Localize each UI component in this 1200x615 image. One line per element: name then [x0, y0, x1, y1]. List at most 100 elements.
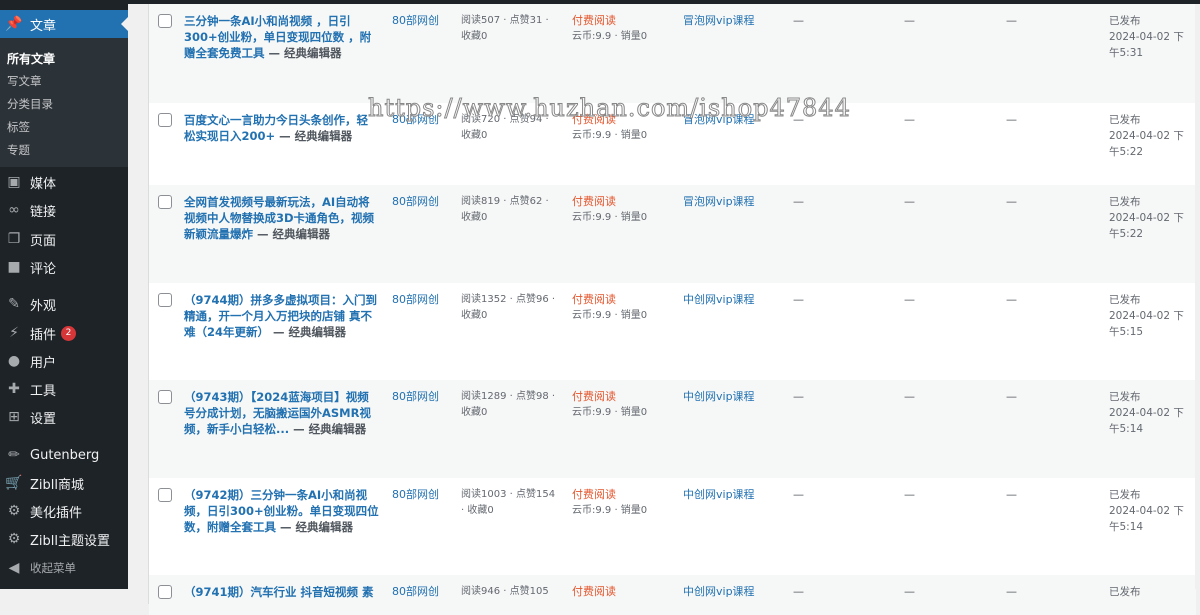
pay-type: 付费阅读 — [572, 195, 616, 208]
table-row: （9742期）三分钟一条AI小和尚视频，日引300+创业粉。单日变现四位数，附赠… — [149, 478, 1196, 575]
editor-label: — 经典编辑器 — [275, 129, 353, 143]
post-title[interactable]: （9741期）汽车行业 抖音短视频 素 — [184, 584, 379, 600]
post-stats: 阅读1352 · 点赞96 · 收藏0 — [461, 294, 556, 321]
price-sales: 云币:9.9 · 销量0 — [572, 31, 648, 42]
submenu-tags[interactable]: 标签 — [7, 119, 30, 135]
menu-label: Zibll主题设置 — [30, 533, 110, 549]
extra-cell: — — [1006, 195, 1017, 208]
menu-zibll-shop[interactable]: 🛒 Zibll商城 — [0, 469, 128, 497]
post-category[interactable]: 冒泡网vip课程 — [683, 194, 755, 210]
row-checkbox[interactable] — [158, 113, 172, 127]
post-stats: 阅读819 · 点赞62 · 收藏0 — [461, 196, 549, 223]
tags-cell: — — [793, 14, 804, 27]
menu-links[interactable]: ∞ 链接 — [0, 196, 128, 224]
menu-posts[interactable]: 📌 文章 — [0, 10, 128, 38]
menu-zibll-theme-settings[interactable]: ⚙ Zibll主题设置 — [0, 525, 128, 553]
post-category[interactable]: 冒泡网vip课程 — [683, 13, 755, 29]
tags-cell: — — [793, 195, 804, 208]
table-row: 三分钟一条AI小和尚视频 ，日引300+创业粉，单日变现四位数 ，附赠全套免费工… — [149, 4, 1196, 103]
menu-pages[interactable]: ❐ 页面 — [0, 225, 128, 253]
pay-read-cell: 付费阅读 云币:9.9 · 销量0 — [572, 487, 647, 519]
editor-label: — 经典编辑器 — [253, 227, 331, 241]
user-icon: ● — [7, 353, 21, 369]
comments-cell: — — [904, 585, 915, 598]
gear-icon: ⚙ — [7, 503, 21, 519]
menu-settings[interactable]: ⊞ 设置 — [0, 403, 128, 431]
row-checkbox[interactable] — [158, 195, 172, 209]
comments-cell: — — [904, 293, 915, 306]
post-date: 已发布 2024-04-02 下午5:14 — [1109, 487, 1189, 535]
table-row: （9743期）【2024蓝海项目】视频号分成计划，无脑搬运国外ASMR视频，新手… — [149, 380, 1196, 478]
menu-gutenberg[interactable]: ✏ Gutenberg — [0, 441, 128, 469]
menu-comments[interactable]: ■ 评论 — [0, 253, 128, 281]
submenu-topics[interactable]: 专题 — [7, 142, 30, 158]
menu-label: 设置 — [30, 411, 57, 427]
settings-icon: ⊞ — [8, 409, 20, 425]
comments-cell: — — [904, 488, 915, 501]
post-category[interactable]: 中创网vip课程 — [683, 389, 755, 405]
gear-icon: ⚙ — [7, 531, 21, 547]
post-stats: 阅读1003 · 点赞154 · 收藏0 — [461, 489, 556, 516]
post-author[interactable]: 80部网创 — [392, 292, 439, 308]
table-row: （9744期）拼多多虚拟项目：入门到精通，开一个月入万把块的店铺 真不难（24年… — [149, 283, 1196, 380]
submenu-new-post[interactable]: 写文章 — [7, 73, 42, 89]
post-author[interactable]: 80部网创 — [392, 487, 439, 503]
post-title[interactable]: 全网首发视频号最新玩法，AI自动将视频中人物替换成3D卡通角色，视频新颖流量爆炸… — [184, 194, 379, 242]
menu-label: Gutenberg — [30, 447, 100, 463]
post-title[interactable]: （9742期）三分钟一条AI小和尚视频，日引300+创业粉。单日变现四位数，附赠… — [184, 487, 379, 535]
price-sales: 云币:9.9 · 销量0 — [572, 310, 648, 321]
post-title[interactable]: （9743期）【2024蓝海项目】视频号分成计划，无脑搬运国外ASMR视频，新手… — [184, 389, 379, 437]
post-category[interactable]: 中创网vip课程 — [683, 292, 755, 308]
submenu-categories[interactable]: 分类目录 — [7, 96, 53, 112]
menu-tools[interactable]: ✚ 工具 — [0, 375, 128, 403]
menu-media[interactable]: ▣ 媒体 — [0, 168, 128, 196]
menu-label: Zibll商城 — [30, 477, 84, 493]
pencil-icon: ✏ — [8, 447, 20, 463]
price-sales: 云币:9.9 · 销量0 — [572, 505, 648, 516]
menu-label: 媒体 — [30, 176, 57, 192]
post-datetime: 2024-04-02 下午5:22 — [1109, 130, 1184, 158]
post-status: 已发布 — [1109, 586, 1141, 598]
post-author[interactable]: 80部网创 — [392, 194, 439, 210]
editor-label: — 经典编辑器 — [264, 46, 342, 60]
post-status: 已发布 — [1109, 294, 1141, 306]
row-checkbox[interactable] — [158, 390, 172, 404]
post-stats: 阅读507 · 点赞31 · 收藏0 — [461, 15, 549, 42]
tags-cell: — — [793, 585, 804, 598]
post-title[interactable]: （9744期）拼多多虚拟项目：入门到精通，开一个月入万把块的店铺 真不难（24年… — [184, 292, 379, 340]
tags-cell: — — [793, 390, 804, 403]
collapse-menu-button[interactable]: ◀ 收起菜单 — [0, 554, 128, 582]
row-checkbox[interactable] — [158, 488, 172, 502]
menu-plugins[interactable]: ⚡ 插件 2 — [0, 319, 128, 347]
post-author[interactable]: 80部网创 — [392, 13, 439, 29]
menu-appearance[interactable]: ✎ 外观 — [0, 290, 128, 318]
menu-users[interactable]: ● 用户 — [0, 347, 128, 375]
brush-icon: ✎ — [8, 296, 20, 312]
pay-read-cell: 付费阅读 云币:9.9 · 销量0 — [572, 194, 647, 226]
menu-beautify-plugin[interactable]: ⚙ 美化插件 — [0, 497, 128, 525]
post-datetime: 2024-04-02 下午5:14 — [1109, 407, 1184, 435]
wrench-icon: ✚ — [8, 381, 20, 397]
row-checkbox[interactable] — [158, 14, 172, 28]
post-category[interactable]: 中创网vip课程 — [683, 584, 755, 600]
post-date: 已发布 2024-04-02 下午5:14 — [1109, 389, 1189, 437]
cart-icon: 🛒 — [5, 475, 23, 491]
post-author[interactable]: 80部网创 — [392, 389, 439, 405]
row-checkbox[interactable] — [158, 585, 172, 599]
extra-cell: — — [1006, 390, 1017, 403]
post-title[interactable]: 百度文心一言助力今日头条创作，轻松实现日入200+ — 经典编辑器 — [184, 112, 379, 144]
post-title-link[interactable]: （9741期）汽车行业 抖音短视频 素 — [184, 585, 374, 599]
row-checkbox[interactable] — [158, 293, 172, 307]
menu-label: 插件 — [30, 327, 57, 343]
collapse-icon: ◀ — [8, 560, 20, 576]
menu-label: 外观 — [30, 298, 57, 314]
post-title[interactable]: 三分钟一条AI小和尚视频 ，日引300+创业粉，单日变现四位数 ，附赠全套免费工… — [184, 13, 379, 61]
pay-type: 付费阅读 — [572, 390, 616, 403]
submenu-all-posts[interactable]: 所有文章 — [7, 50, 55, 67]
post-category[interactable]: 中创网vip课程 — [683, 487, 755, 503]
post-datetime: 2024-04-02 下午5:15 — [1109, 310, 1184, 338]
scrollbar[interactable] — [1195, 4, 1200, 589]
post-author[interactable]: 80部网创 — [392, 584, 439, 600]
editor-label: — 经典编辑器 — [289, 422, 367, 436]
pay-read-cell: 付费阅读 云币:9.9 · 销量0 — [572, 13, 647, 45]
